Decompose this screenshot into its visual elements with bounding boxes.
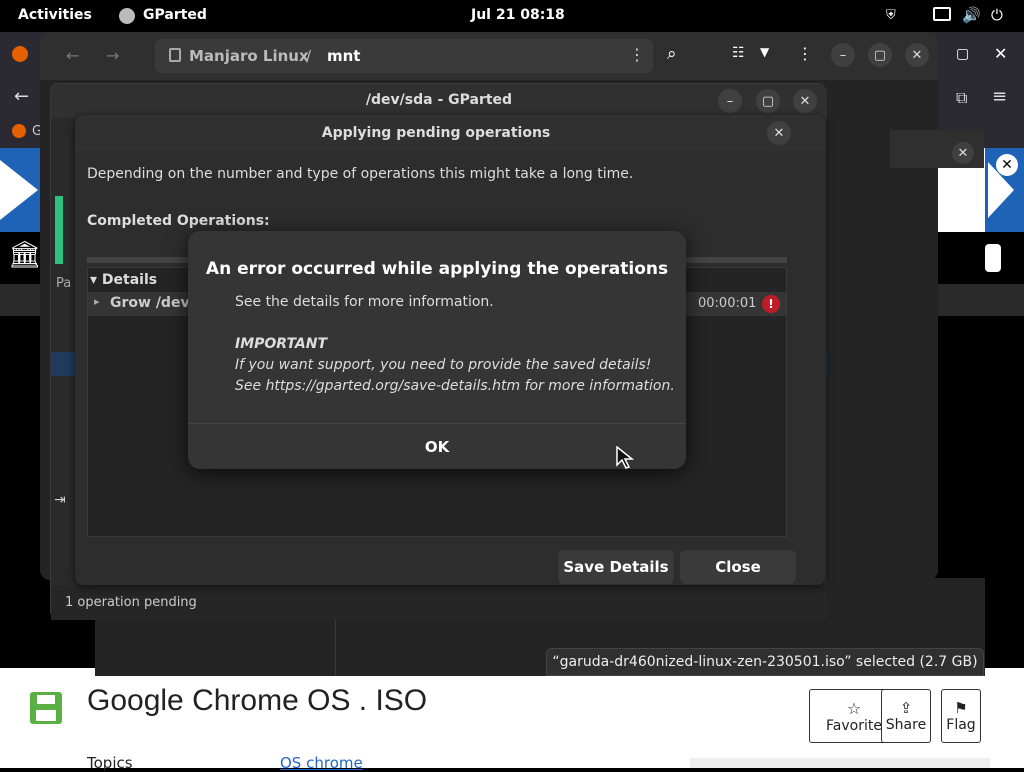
- app-menu[interactable]: GParted: [143, 7, 207, 23]
- error-icon: !: [762, 295, 780, 313]
- error-dialog: An error occurred while applying the ope…: [188, 231, 686, 469]
- page-title: Google Chrome OS . ISO: [87, 684, 428, 717]
- minimize-icon[interactable]: –: [831, 43, 855, 67]
- tray-window-icon[interactable]: [933, 7, 951, 21]
- notification-close-icon[interactable]: ✕: [952, 142, 974, 164]
- path-bar[interactable]: Manjaro Linux / mnt ⋮: [155, 39, 653, 73]
- kebab-menu-icon[interactable]: ⋮: [797, 44, 813, 63]
- floppy-icon: [30, 692, 62, 724]
- details-label: Details: [101, 272, 158, 288]
- activities-button[interactable]: Activities: [18, 7, 92, 23]
- maximize-icon[interactable]: ▢: [868, 43, 892, 67]
- gparted-titlebar: /dev/sda - GParted – ▢ ✕: [51, 84, 827, 118]
- firefox-icon[interactable]: [12, 46, 28, 62]
- banner-close-icon[interactable]: ✕: [996, 154, 1018, 176]
- list-view-icon[interactable]: ☷: [732, 45, 745, 61]
- share-label: Share: [885, 717, 927, 733]
- apply-dialog-title: Applying pending operations: [321, 125, 551, 141]
- details-expander[interactable]: ▾ Details: [90, 272, 157, 288]
- ok-button[interactable]: OK: [188, 423, 686, 469]
- expander-right-icon[interactable]: ▸: [94, 295, 100, 308]
- clock[interactable]: Jul 21 08:18: [471, 7, 565, 23]
- top-bar: Activities GParted Jul 21 08:18 ⛨ 🔊 ⏻: [0, 0, 1024, 32]
- close-icon[interactable]: ✕: [905, 43, 929, 67]
- operation-label: Grow /dev/: [110, 295, 195, 311]
- flag-button[interactable]: ⚑ Flag: [941, 689, 981, 743]
- operation-time: 00:00:01: [698, 296, 757, 311]
- gparted-maximize-icon[interactable]: ▢: [756, 89, 780, 113]
- apply-description: Depending on the number and type of oper…: [87, 166, 634, 182]
- back-icon[interactable]: ←: [66, 46, 79, 65]
- power-icon[interactable]: ⏻: [991, 6, 1003, 24]
- forward-icon[interactable]: →: [106, 46, 119, 65]
- completed-label: Completed Operations:: [87, 213, 270, 229]
- apply-close-icon[interactable]: ✕: [767, 121, 791, 145]
- favorite-label: Favorite: [826, 717, 882, 734]
- drive-icon: [169, 48, 181, 62]
- path-menu-icon[interactable]: ⋮: [629, 45, 645, 64]
- browser-maximize-icon[interactable]: ▢: [956, 46, 969, 62]
- error-line2: If you want support, you need to provide…: [235, 357, 652, 373]
- banner-arrow-left: [0, 160, 38, 220]
- star-icon: ☆: [846, 698, 862, 718]
- apply-arrow-icon[interactable]: ⇥: [54, 492, 66, 508]
- path-separator: /: [306, 47, 312, 65]
- tab-favicon: [12, 124, 26, 138]
- save-details-button[interactable]: Save Details: [558, 550, 674, 584]
- pending-status: 1 operation pending: [65, 595, 197, 610]
- partition-tab[interactable]: Pa: [56, 276, 71, 291]
- error-title: An error occurred while applying the ope…: [205, 259, 669, 279]
- menu-icon[interactable]: ≡: [992, 86, 1007, 107]
- files-header: ← → Manjaro Linux / mnt ⋮ ⌕ ☷ ▼ ⋮ – ▢ ✕: [40, 32, 938, 80]
- mouse-cursor-icon: [616, 446, 634, 469]
- gparted-statusbar: 1 operation pending: [51, 586, 827, 620]
- search-box-edge[interactable]: [985, 244, 1001, 272]
- archive-logo-icon[interactable]: 🏛: [8, 240, 41, 270]
- chevron-down-icon[interactable]: ▼: [760, 45, 769, 59]
- error-line3: See https://gparted.org/save-details.htm…: [235, 378, 675, 394]
- selection-status: “garuda-dr460nized-linux-zen-230501.iso”…: [546, 648, 984, 676]
- share-icon: ⇪: [899, 699, 913, 717]
- flag-label: Flag: [946, 717, 976, 733]
- gparted-app-icon: [119, 8, 135, 24]
- shield-icon[interactable]: ⛨: [886, 8, 896, 23]
- topics-link[interactable]: OS chrome: [280, 754, 363, 772]
- gparted-title: /dev/sda - GParted: [365, 92, 513, 108]
- path-current[interactable]: mnt: [327, 47, 360, 65]
- gparted-close-icon[interactable]: ✕: [793, 89, 817, 113]
- share-button[interactable]: ⇪ Share: [881, 689, 931, 743]
- gparted-minimize-icon[interactable]: –: [718, 89, 742, 113]
- error-important: IMPORTANT: [235, 336, 328, 352]
- partition-bar: [55, 196, 63, 264]
- close-button[interactable]: Close: [680, 550, 796, 584]
- error-line1: See the details for more information.: [235, 294, 494, 310]
- back-arrow-icon[interactable]: ←: [14, 86, 29, 107]
- expander-down-icon: ▾: [90, 272, 98, 288]
- apply-dialog-titlebar: Applying pending operations ✕: [75, 115, 825, 151]
- extensions-icon[interactable]: ⧉: [956, 88, 967, 108]
- path-root[interactable]: Manjaro Linux: [189, 47, 309, 65]
- flag-icon: ⚑: [954, 699, 968, 717]
- search-icon[interactable]: ⌕: [667, 44, 677, 64]
- topics-label: Topics: [87, 754, 133, 772]
- volume-icon[interactable]: 🔊: [962, 6, 981, 24]
- browser-close-icon[interactable]: ✕: [994, 44, 1007, 63]
- sidebar-box: [690, 758, 990, 768]
